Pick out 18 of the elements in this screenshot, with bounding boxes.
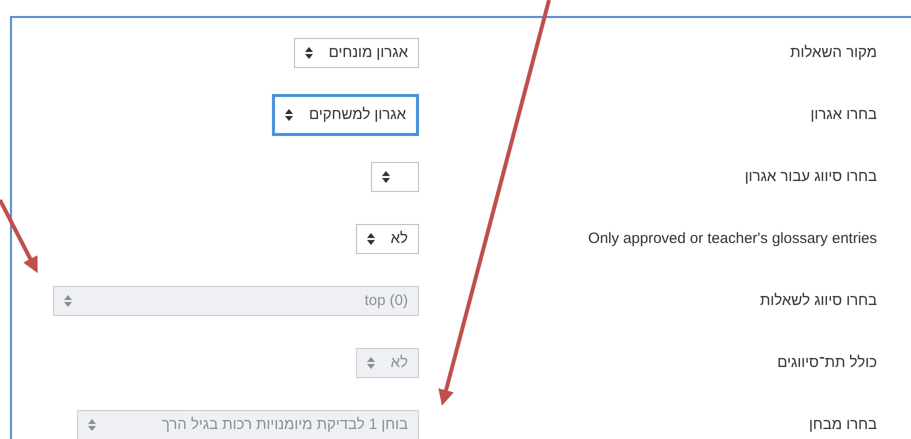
- sort-caret-icon: [304, 47, 313, 59]
- sort-caret-icon: [382, 171, 390, 183]
- sort-caret-icon: [88, 419, 96, 431]
- select-dropdown[interactable]: אגרון למשחקים: [272, 94, 419, 136]
- field-label: בחרו סיווג לשאלות: [758, 290, 877, 311]
- select-dropdown[interactable]: [371, 162, 419, 192]
- field-label: Only approved or teacher's glossary entries: [587, 228, 877, 249]
- field-label: בחרו מבחן: [808, 414, 877, 435]
- sort-caret-icon: [64, 295, 72, 307]
- select-dropdown[interactable]: לא: [356, 224, 419, 254]
- field-label: מקור השאלות: [789, 42, 877, 63]
- sort-caret-icon: [285, 109, 294, 121]
- sort-caret-icon: [366, 233, 375, 245]
- sort-caret-icon: [366, 357, 375, 369]
- field-label: בחרו אגרון: [810, 104, 877, 125]
- field-label: בחרו סיווג עבור אגרון: [744, 166, 877, 187]
- select-dropdown[interactable]: אגרון מונחים: [294, 38, 419, 68]
- field-label: כולל תת־סיווגים: [776, 352, 877, 373]
